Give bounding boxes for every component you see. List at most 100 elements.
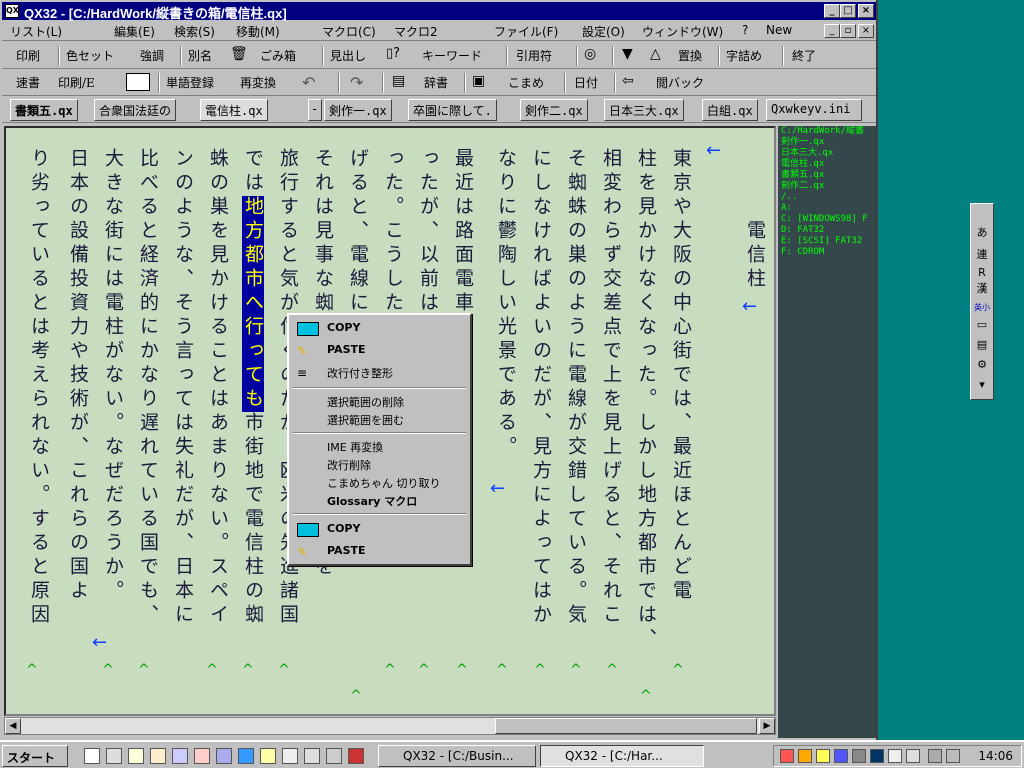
word-register-button[interactable]: 単語登録 bbox=[166, 74, 214, 91]
eye-icon[interactable]: ◎ bbox=[584, 46, 604, 66]
menu-move[interactable]: 移動(M) bbox=[236, 23, 280, 40]
drive-item[interactable]: A: bbox=[778, 203, 876, 214]
quickwrite-button[interactable]: 速書 bbox=[16, 74, 40, 91]
tab-shirogumi[interactable]: 白組.qx bbox=[702, 99, 758, 121]
drive-item[interactable]: E: [SCSI] FAT32 bbox=[778, 236, 876, 247]
ime-tray-icon[interactable] bbox=[928, 749, 942, 763]
file-list-item[interactable]: 剣作二.qx bbox=[778, 181, 876, 192]
date-button[interactable]: 日付 bbox=[574, 74, 598, 91]
file-list-item[interactable]: 電信柱.qx bbox=[778, 159, 876, 170]
taskbar-task-qx-hardwork[interactable]: QX32 - [C:/Har... bbox=[540, 745, 704, 767]
context-format[interactable]: 改行付き整形 bbox=[327, 365, 393, 381]
context-delete-selection[interactable]: 選択範囲の削除 bbox=[327, 394, 404, 410]
tab-scroll-button[interactable]: - bbox=[308, 99, 322, 121]
keyword-button[interactable]: キーワード bbox=[422, 47, 482, 64]
tab-denshinbashira[interactable]: 電信柱.qx bbox=[200, 99, 268, 121]
exit-button[interactable]: 終了 bbox=[792, 47, 816, 64]
quicklaunch-icon[interactable] bbox=[216, 748, 232, 764]
close-button[interactable]: × bbox=[858, 4, 874, 18]
ime-tool-icon[interactable]: ⚙ bbox=[973, 358, 991, 371]
quicklaunch-icon[interactable] bbox=[304, 748, 320, 764]
doc-close-button[interactable]: × bbox=[858, 24, 874, 38]
tray-icon[interactable] bbox=[888, 749, 902, 763]
file-list-item[interactable]: /.. bbox=[778, 192, 876, 203]
context-ime-reconvert[interactable]: IME 再変換 bbox=[327, 439, 383, 455]
speaker-icon[interactable] bbox=[816, 749, 830, 763]
justify-button[interactable]: 字詰め bbox=[726, 47, 762, 64]
quicklaunch-icon[interactable] bbox=[260, 748, 276, 764]
ime-mode-alpha[interactable]: 英小 bbox=[973, 302, 991, 313]
komame-icon[interactable]: ▣ bbox=[472, 73, 492, 93]
menu-list[interactable]: リスト(L) bbox=[10, 23, 62, 40]
print-e-button[interactable]: 印刷/E bbox=[58, 74, 95, 91]
quote-button[interactable]: 引用符 bbox=[516, 47, 552, 64]
print-button[interactable]: 印刷 bbox=[16, 47, 40, 64]
triangle-down-icon[interactable]: ▼ bbox=[622, 46, 642, 66]
heading-icon[interactable]: ▯? bbox=[386, 46, 410, 66]
tab-court[interactable]: 合衆国法廷の bbox=[94, 99, 177, 121]
ime-tray-icon[interactable] bbox=[946, 749, 960, 763]
ime-mode-r[interactable]: R bbox=[973, 266, 991, 279]
redo-icon[interactable]: ↷ bbox=[350, 73, 370, 93]
quicklaunch-icon[interactable] bbox=[282, 748, 298, 764]
trash-button[interactable]: ごみ箱 bbox=[260, 47, 296, 64]
ime-dictionary-icon[interactable]: ▤ bbox=[973, 338, 991, 351]
quicklaunch-icon[interactable] bbox=[194, 748, 210, 764]
keyboard-icon[interactable] bbox=[906, 749, 920, 763]
menu-settings[interactable]: 設定(O) bbox=[582, 23, 625, 40]
ime-mode-hiragana[interactable]: あ bbox=[973, 224, 991, 240]
context-enclose-selection[interactable]: 選択範囲を囲む bbox=[327, 412, 404, 428]
file-list-item[interactable]: 剣作一.qx bbox=[778, 137, 876, 148]
trash-icon[interactable]: 🗑 bbox=[230, 46, 250, 66]
tab-kensaku2[interactable]: 剣作二.qx bbox=[520, 99, 588, 121]
scroll-thumb[interactable] bbox=[495, 718, 757, 734]
menu-new[interactable]: New bbox=[766, 23, 792, 37]
ime-menu-icon[interactable]: ▾ bbox=[973, 378, 991, 391]
drive-item[interactable]: C: [WINDOWS98] F bbox=[778, 214, 876, 225]
qx-quicklaunch-icon[interactable] bbox=[326, 748, 342, 764]
clock[interactable]: 14:06 bbox=[978, 749, 1013, 763]
maximize-button[interactable]: □ bbox=[840, 4, 856, 18]
emphasis-button[interactable]: 強調 bbox=[140, 47, 164, 64]
file-list-item[interactable]: 日本三大.qx bbox=[778, 148, 876, 159]
file-list-item[interactable]: 書類五.qx bbox=[778, 170, 876, 181]
doc-restore-button[interactable]: ▫ bbox=[840, 24, 856, 38]
alias-button[interactable]: 別名 bbox=[188, 47, 212, 64]
context-copy[interactable]: COPY bbox=[327, 321, 360, 334]
drive-item[interactable]: F: CDROM bbox=[778, 247, 876, 258]
context-glossary-macro[interactable]: Glossary マクロ bbox=[327, 493, 417, 509]
tray-icon[interactable] bbox=[780, 749, 794, 763]
colorset-button[interactable]: 色セット bbox=[66, 47, 114, 64]
ime-mode-kanji[interactable]: 漢 bbox=[973, 280, 991, 296]
menu-window[interactable]: ウィンドウ(W) bbox=[642, 23, 723, 40]
tab-qxwkeyv[interactable]: Qxwkeyv.ini bbox=[766, 99, 862, 121]
selection-highlight[interactable]: 地方都市へ行っても bbox=[242, 196, 264, 412]
replace-button[interactable]: 置換 bbox=[678, 47, 702, 64]
tray-icon[interactable] bbox=[834, 749, 848, 763]
tab-nihon-sandai[interactable]: 日本三大.qx bbox=[604, 99, 684, 121]
back-icon[interactable]: ⇦ bbox=[622, 73, 642, 93]
quicklaunch-icon[interactable] bbox=[172, 748, 188, 764]
menu-macro[interactable]: マクロ(C) bbox=[322, 23, 376, 40]
menu-macro2[interactable]: マクロ2 bbox=[394, 23, 438, 40]
start-button[interactable]: スタート bbox=[2, 745, 68, 767]
menu-file[interactable]: ファイル(F) bbox=[494, 23, 558, 40]
context-komame-cut[interactable]: こまめちゃん 切り取り bbox=[327, 475, 441, 491]
tray-icon[interactable] bbox=[798, 749, 812, 763]
heading-button[interactable]: 見出し bbox=[330, 47, 366, 64]
dictionary-icon[interactable]: ▤ bbox=[392, 73, 412, 93]
ime-mode-continuous[interactable]: 連 bbox=[973, 246, 991, 262]
menu-edit[interactable]: 編集(E) bbox=[114, 23, 155, 40]
tab-graduation[interactable]: 卒園に際して. bbox=[408, 99, 497, 121]
scroll-right-icon[interactable]: ▶ bbox=[759, 718, 775, 734]
title-bar[interactable]: QX QX32 - [C:/HardWork/縦書きの箱/電信柱.qx] _ □… bbox=[2, 2, 876, 21]
menu-search[interactable]: 検索(S) bbox=[174, 23, 215, 40]
scroll-left-icon[interactable]: ◀ bbox=[5, 718, 21, 734]
ie-icon[interactable] bbox=[238, 748, 254, 764]
tab-doc5[interactable]: 書類五.qx bbox=[10, 99, 78, 121]
ime-pad-icon[interactable]: ▭ bbox=[973, 318, 991, 331]
tray-icon[interactable] bbox=[870, 749, 884, 763]
quicklaunch-icon[interactable] bbox=[106, 748, 122, 764]
context-paste[interactable]: PASTE bbox=[327, 343, 366, 356]
undo-icon[interactable]: ↶ bbox=[302, 73, 322, 93]
